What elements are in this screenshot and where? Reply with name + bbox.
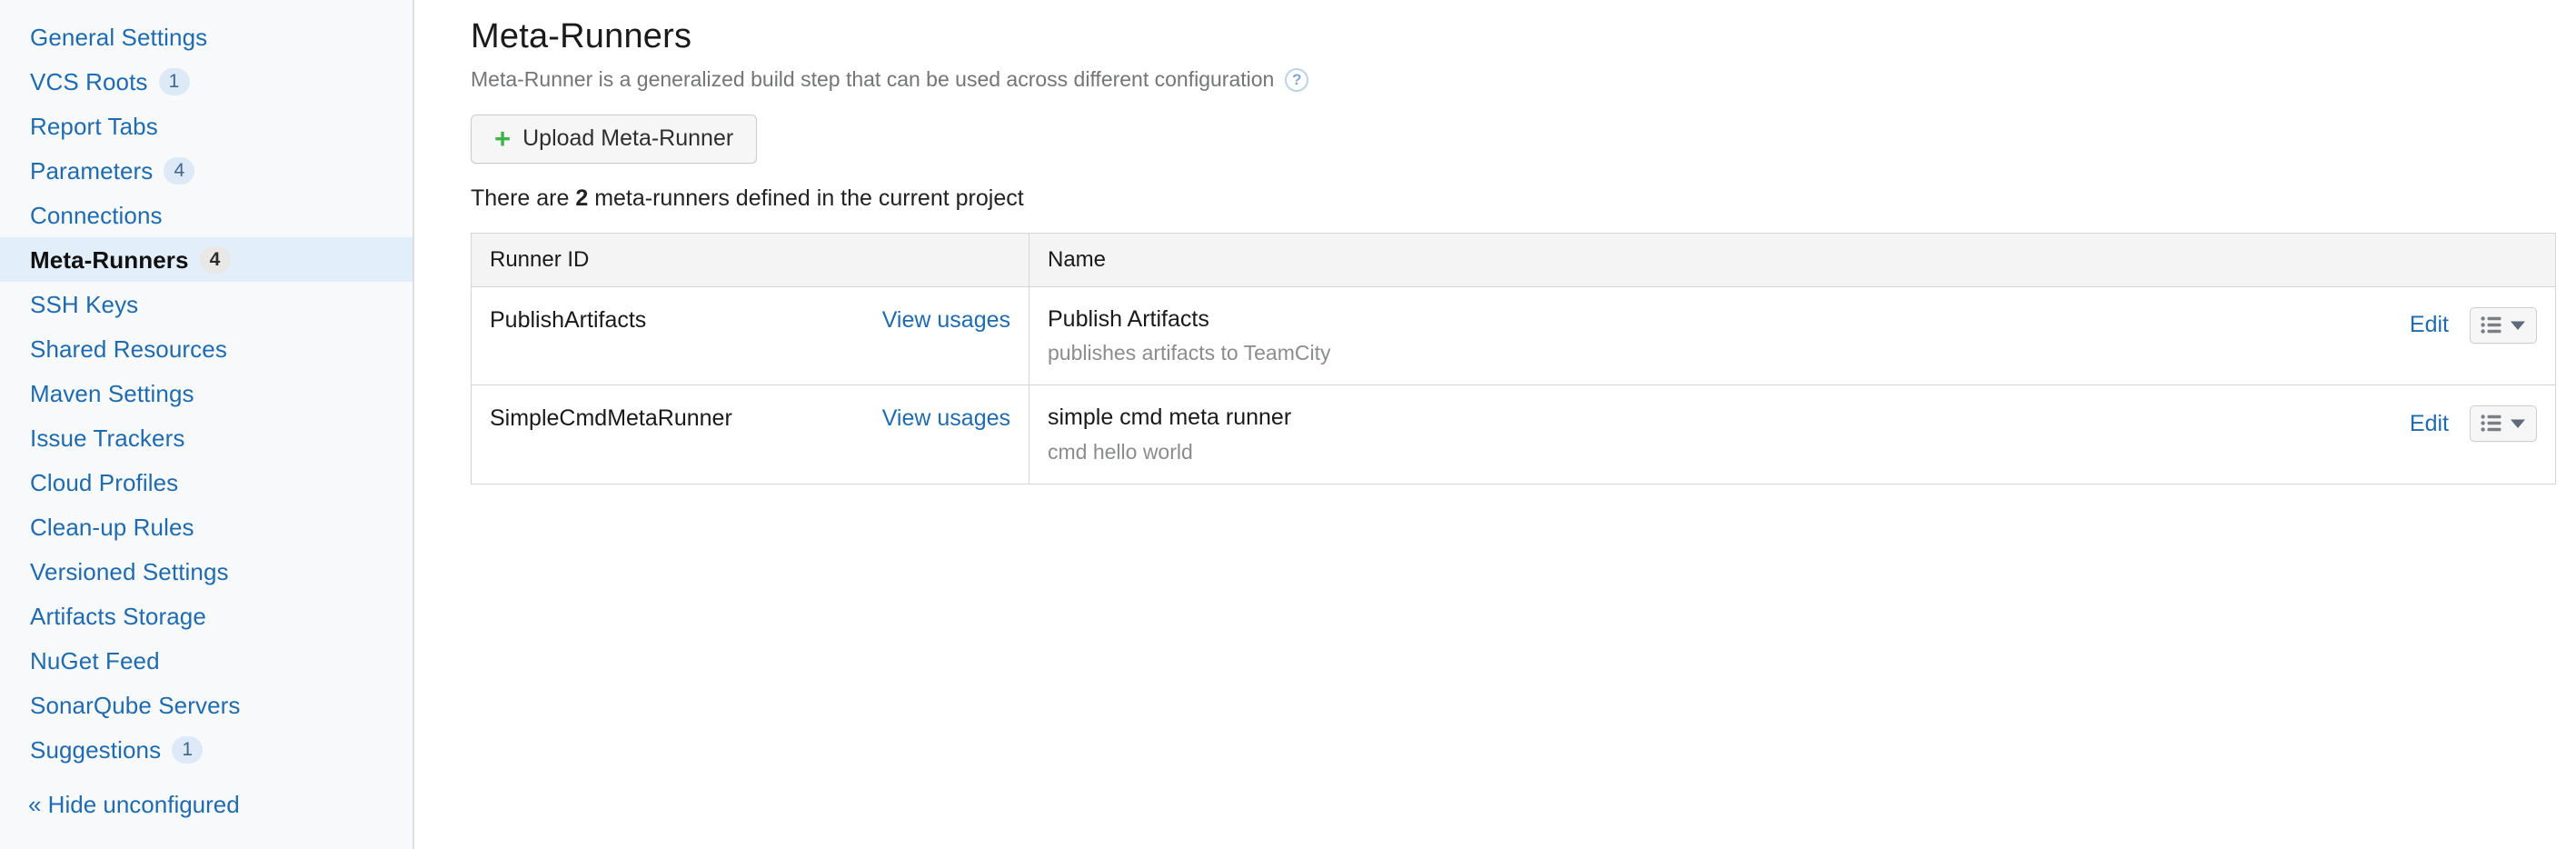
plus-icon: + — [494, 123, 512, 155]
table-row: SimpleCmdMetaRunner View usages simple cmd… — [471, 385, 2556, 484]
sidebar-item-ssh-keys[interactable]: SSH Keys — [0, 282, 413, 326]
cell-actions: Edit — [1792, 286, 2556, 386]
cell-name: Publish Artifacts publishes artifacts to … — [1029, 286, 1793, 386]
column-header-runner-id: Runner ID — [471, 233, 1029, 287]
sidebar-item-versioned-settings[interactable]: Versioned Settings — [0, 549, 413, 594]
list-icon — [2481, 415, 2501, 433]
column-header-name: Name — [1029, 233, 2556, 287]
sidebar-item-label: General Settings — [30, 23, 208, 51]
page-title: Meta-Runners — [471, 17, 692, 55]
row-actions-menu-button[interactable] — [2470, 306, 2537, 344]
count-suffix: meta-runners defined in the current proj… — [588, 185, 1024, 211]
list-icon — [2481, 315, 2501, 334]
sidebar-item-label: Maven Settings — [30, 379, 194, 407]
sidebar-item-suggestions[interactable]: Suggestions 1 — [0, 727, 413, 772]
cell-runner-id: PublishArtifacts View usages — [471, 286, 1029, 386]
cell-actions: Edit — [1792, 385, 2556, 484]
sidebar-item-general-settings[interactable]: General Settings — [0, 15, 413, 59]
page-root: General Settings VCS Roots 1 Report Tabs Par… — [0, 0, 2576, 849]
count-value: 2 — [575, 185, 589, 211]
meta-runners-table: Runner ID Name PublishArtifacts View usag… — [471, 232, 2556, 485]
runner-id-value: PublishArtifacts — [490, 306, 647, 333]
sidebar-item-cloud-profiles[interactable]: Cloud Profiles — [0, 460, 413, 504]
sidebar-item-label: Issue Trackers — [30, 424, 185, 452]
upload-meta-runner-label: Upload Meta-Runner — [522, 125, 734, 152]
sidebar-item-artifacts-storage[interactable]: Artifacts Storage — [0, 594, 413, 638]
meta-runner-count-line: There are 2 meta-runners defined in the … — [471, 185, 2576, 211]
sidebar-item-badge: 4 — [199, 245, 231, 274]
count-prefix: There are — [471, 185, 576, 211]
sidebar-item-maven-settings[interactable]: Maven Settings — [0, 371, 413, 415]
sidebar-item-label: Report Tabs — [30, 112, 158, 140]
question-mark-circle-icon[interactable]: ? — [1285, 67, 1309, 92]
sidebar-item-label: Meta-Runners — [30, 245, 189, 274]
row-actions: Edit — [1811, 405, 2537, 443]
sidebar-item-label: SonarQube Servers — [30, 691, 241, 719]
sidebar-item-parameters[interactable]: Parameters 4 — [0, 148, 413, 193]
runner-id-cell-inner: PublishArtifacts View usages — [490, 307, 1010, 334]
sidebar-item-meta-runners[interactable]: Meta-Runners 4 — [0, 237, 413, 282]
caret-down-icon — [2511, 321, 2525, 330]
runner-description: publishes artifacts to TeamCity — [1048, 341, 1331, 365]
sidebar-item-label: SSH Keys — [30, 290, 139, 318]
edit-link[interactable]: Edit — [2410, 411, 2449, 437]
sidebar-item-label: Connections — [30, 201, 163, 229]
project-settings-sidebar: General Settings VCS Roots 1 Report Tabs Par… — [0, 0, 414, 849]
page-subtitle-row: Meta-Runner is a generalized build step … — [471, 67, 2576, 92]
sidebar-nav-list: General Settings VCS Roots 1 Report Tabs Par… — [0, 15, 413, 772]
upload-meta-runner-button[interactable]: + Upload Meta-Runner — [471, 114, 758, 164]
sidebar-item-issue-trackers[interactable]: Issue Trackers — [0, 415, 413, 460]
runner-id-cell-inner: SimpleCmdMetaRunner View usages — [490, 405, 1010, 432]
runner-name-value: Publish Artifacts — [1048, 305, 1209, 332]
sidebar-item-connections[interactable]: Connections — [0, 193, 413, 237]
sidebar-item-shared-resources[interactable]: Shared Resources — [0, 326, 413, 371]
sidebar-item-label: Cloud Profiles — [30, 468, 179, 496]
sidebar-item-vcs-roots[interactable]: VCS Roots 1 — [0, 59, 413, 104]
runner-description: cmd hello world — [1048, 439, 1193, 464]
page-subtitle: Meta-Runner is a generalized build step … — [471, 67, 1275, 92]
sidebar-item-label: VCS Roots — [30, 67, 148, 95]
table-body: PublishArtifacts View usages Publish Artif… — [471, 286, 2556, 484]
view-usages-link[interactable]: View usages — [882, 307, 1010, 334]
sidebar-item-clean-up-rules[interactable]: Clean-up Rules — [0, 504, 413, 549]
row-actions-menu-button[interactable] — [2470, 405, 2537, 443]
sidebar-hide-unconfigured-link[interactable]: « Hide unconfigured — [0, 783, 413, 827]
sidebar-item-sonarqube-servers[interactable]: SonarQube Servers — [0, 683, 413, 727]
sidebar-item-label: Versioned Settings — [30, 557, 229, 585]
sidebar-item-label: Suggestions — [30, 735, 162, 764]
sidebar-item-badge: 4 — [164, 156, 195, 185]
table-row: PublishArtifacts View usages Publish Artif… — [471, 286, 2556, 386]
table-header-row: Runner ID Name — [471, 233, 2556, 287]
main-content: Meta-Runners Meta-Runner is a generalize… — [414, 0, 2576, 849]
sidebar-item-report-tabs[interactable]: Report Tabs — [0, 104, 413, 148]
runner-id-value: SimpleCmdMetaRunner — [490, 405, 732, 432]
edit-link[interactable]: Edit — [2410, 312, 2449, 338]
cell-name: simple cmd meta runner cmd hello world — [1029, 385, 1793, 484]
sidebar-item-label: Parameters — [30, 156, 154, 185]
sidebar-item-label: Shared Resources — [30, 335, 227, 363]
runner-name-value: simple cmd meta runner — [1048, 405, 1292, 431]
table-head: Runner ID Name — [471, 233, 2556, 287]
sidebar-item-nuget-feed[interactable]: NuGet Feed — [0, 638, 413, 683]
sidebar-item-badge: 1 — [158, 67, 190, 95]
sidebar-item-label: Clean-up Rules — [30, 513, 194, 541]
caret-down-icon — [2511, 419, 2525, 429]
sidebar-item-label: Artifacts Storage — [30, 602, 206, 630]
row-actions: Edit — [1811, 306, 2537, 344]
view-usages-link[interactable]: View usages — [882, 405, 1010, 432]
sidebar-hide-unconfigured-label: « Hide unconfigured — [28, 791, 240, 818]
sidebar-item-label: NuGet Feed — [30, 646, 160, 674]
sidebar-item-badge: 1 — [172, 735, 204, 764]
cell-runner-id: SimpleCmdMetaRunner View usages — [471, 385, 1029, 484]
